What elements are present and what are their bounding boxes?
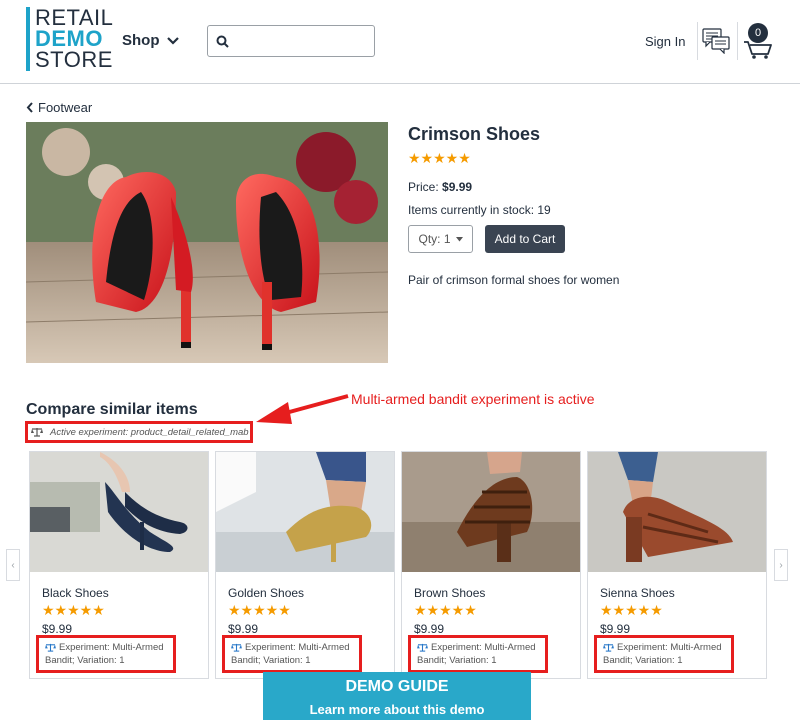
experiment-line-1: Experiment: Multi-Armed <box>431 642 536 653</box>
item-rating-stars: ★★★★★ <box>600 602 663 618</box>
chevron-down-icon <box>166 36 179 45</box>
scale-icon <box>31 428 43 437</box>
scale-icon <box>231 643 242 652</box>
item-name: Sienna Shoes <box>600 586 675 600</box>
item-experiment-label: Experiment: Multi-Armed Bandit; Variatio… <box>408 635 548 673</box>
item-name: Brown Shoes <box>414 586 486 600</box>
black-shoes-image <box>30 452 208 572</box>
experiment-line-2: Bandit; Variation: 1 <box>603 655 683 666</box>
search-input[interactable] <box>235 33 365 49</box>
item-price: $9.99 <box>600 622 631 636</box>
red-arrow-annotation <box>256 394 349 424</box>
breadcrumb-label: Footwear <box>38 100 93 115</box>
product-rating-stars: ★★★★★ <box>408 150 471 166</box>
sign-in-link[interactable]: Sign In <box>645 34 685 49</box>
caret-down-icon <box>455 236 463 241</box>
item-price: $9.99 <box>414 622 445 636</box>
demo-guide-button[interactable]: DEMO GUIDE Learn more about this demo <box>263 672 531 720</box>
similar-item-card[interactable]: Black Shoes ★★★★★ $9.99 Experiment: Mult… <box>29 451 209 679</box>
price-label: Price: <box>408 180 439 194</box>
search-icon <box>216 35 229 48</box>
retail-demo-store-logo[interactable]: RETAIL DEMO STORE <box>26 7 113 71</box>
demo-guide-subtitle: Learn more about this demo <box>309 702 485 717</box>
stock-info: Items currently in stock: 19 <box>408 203 551 217</box>
item-rating-stars: ★★★★★ <box>414 602 477 618</box>
site-header: RETAIL DEMO STORE Shop Sign In 0 <box>0 0 800 84</box>
search-box[interactable] <box>207 25 375 57</box>
experiment-line-1: Experiment: Multi-Armed <box>245 642 350 653</box>
item-experiment-label: Experiment: Multi-Armed Bandit; Variatio… <box>222 635 362 673</box>
header-divider <box>697 22 698 60</box>
similar-item-card[interactable]: Brown Shoes ★★★★★ $9.99 Experiment: Mult… <box>401 451 581 679</box>
item-price: $9.99 <box>228 622 259 636</box>
active-experiment-text: Active experiment: product_detail_relate… <box>50 426 249 438</box>
crimson-shoes-photo <box>26 122 388 363</box>
annotation-text: Multi-armed bandit experiment is active <box>351 391 595 407</box>
add-to-cart-button[interactable]: Add to Cart <box>485 225 565 253</box>
product-image <box>26 122 388 363</box>
carousel-next-button[interactable]: › <box>774 549 788 581</box>
experiment-line-2: Bandit; Variation: 1 <box>417 655 497 666</box>
active-experiment-label: Active experiment: product_detail_relate… <box>25 421 253 443</box>
product-description: Pair of crimson formal shoes for women <box>408 273 620 287</box>
shop-menu-button[interactable]: Shop <box>122 32 179 49</box>
item-name: Black Shoes <box>42 586 109 600</box>
item-price: $9.99 <box>42 622 73 636</box>
header-divider <box>737 22 738 60</box>
scale-icon <box>45 643 56 652</box>
logo-line-3: STORE <box>35 47 113 72</box>
logo-line-2: DEMO <box>35 26 103 51</box>
compare-section-title: Compare similar items <box>26 401 198 418</box>
product-title: Crimson Shoes <box>408 124 541 144</box>
price-value: $9.99 <box>442 180 473 194</box>
item-rating-stars: ★★★★★ <box>42 602 105 618</box>
sienna-shoes-image <box>588 452 766 572</box>
carousel-prev-button[interactable]: ‹ <box>6 549 20 581</box>
experiment-line-2: Bandit; Variation: 1 <box>45 655 125 666</box>
similar-item-card[interactable]: Golden Shoes ★★★★★ $9.99 Experiment: Mul… <box>215 451 395 679</box>
experiment-line-1: Experiment: Multi-Armed <box>59 642 164 653</box>
item-name: Golden Shoes <box>228 586 305 600</box>
cart-count-badge: 0 <box>748 23 768 43</box>
scale-icon <box>603 643 614 652</box>
quantity-value: Qty: 1 <box>418 232 451 246</box>
chevron-right-icon: › <box>779 559 783 571</box>
similar-item-card[interactable]: Sienna Shoes ★★★★★ $9.99 Experiment: Mul… <box>587 451 767 679</box>
experiment-line-2: Bandit; Variation: 1 <box>231 655 311 666</box>
brown-shoes-image <box>402 452 580 572</box>
breadcrumb-back-link[interactable]: Footwear <box>26 100 92 115</box>
logo-line-1: RETAIL <box>35 5 114 30</box>
item-experiment-label: Experiment: Multi-Armed Bandit; Variatio… <box>36 635 176 673</box>
scale-icon <box>417 643 428 652</box>
item-rating-stars: ★★★★★ <box>228 602 291 618</box>
chat-icon[interactable] <box>702 28 730 54</box>
demo-guide-title: DEMO GUIDE <box>345 678 449 695</box>
product-price: Price: $9.99 <box>408 180 472 194</box>
item-experiment-label: Experiment: Multi-Armed Bandit; Variatio… <box>594 635 734 673</box>
golden-shoes-image <box>216 452 394 572</box>
shop-label: Shop <box>122 32 160 49</box>
experiment-line-1: Experiment: Multi-Armed <box>617 642 722 653</box>
chevron-left-icon: ‹ <box>11 559 15 571</box>
chevron-left-icon <box>26 102 33 113</box>
quantity-select[interactable]: Qty: 1 <box>408 225 473 253</box>
